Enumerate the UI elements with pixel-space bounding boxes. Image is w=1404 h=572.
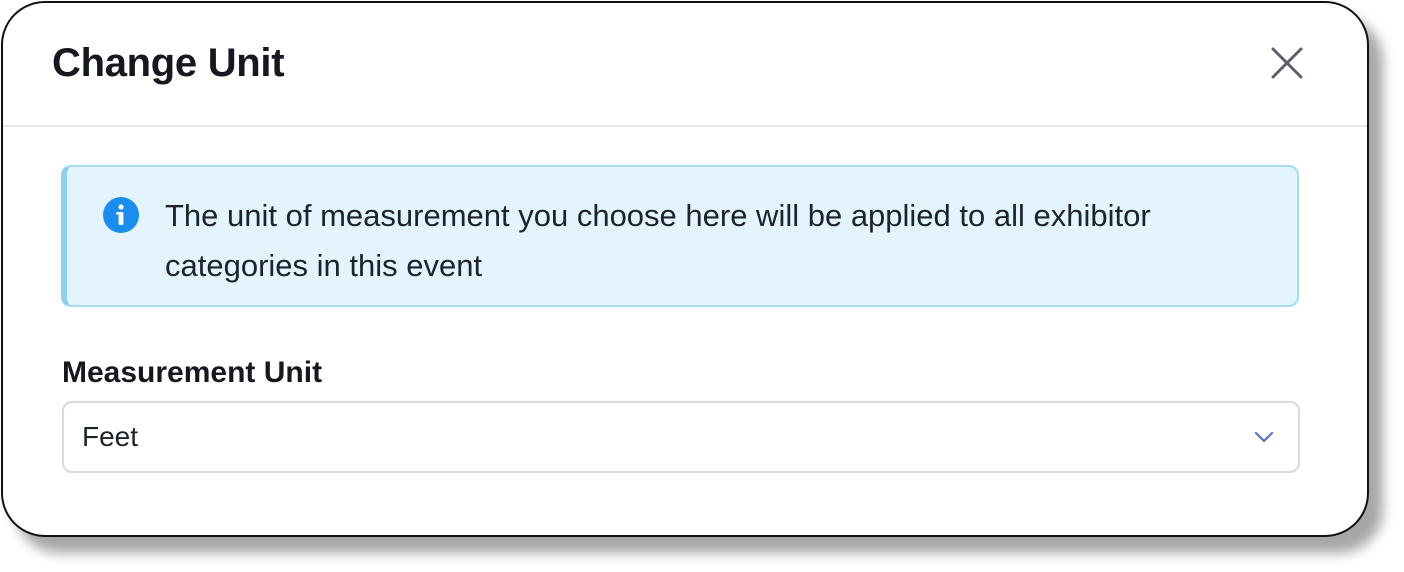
selected-unit-value: Feet (82, 421, 139, 452)
dialog-header: Change Unit (3, 3, 1367, 127)
measurement-unit-label: Measurement Unit (62, 356, 323, 389)
info-banner: The unit of measurement you choose here … (61, 165, 1299, 307)
change-unit-dialog: Change Unit The unit of measurement you … (1, 1, 1369, 537)
close-button[interactable] (1265, 41, 1309, 85)
info-message: The unit of measurement you choose here … (165, 198, 1151, 283)
info-icon (103, 197, 139, 233)
dialog-title: Change Unit (52, 41, 285, 85)
measurement-unit-select[interactable]: Feet (62, 401, 1300, 473)
close-icon (1271, 47, 1303, 79)
chevron-down-icon (1254, 431, 1274, 443)
